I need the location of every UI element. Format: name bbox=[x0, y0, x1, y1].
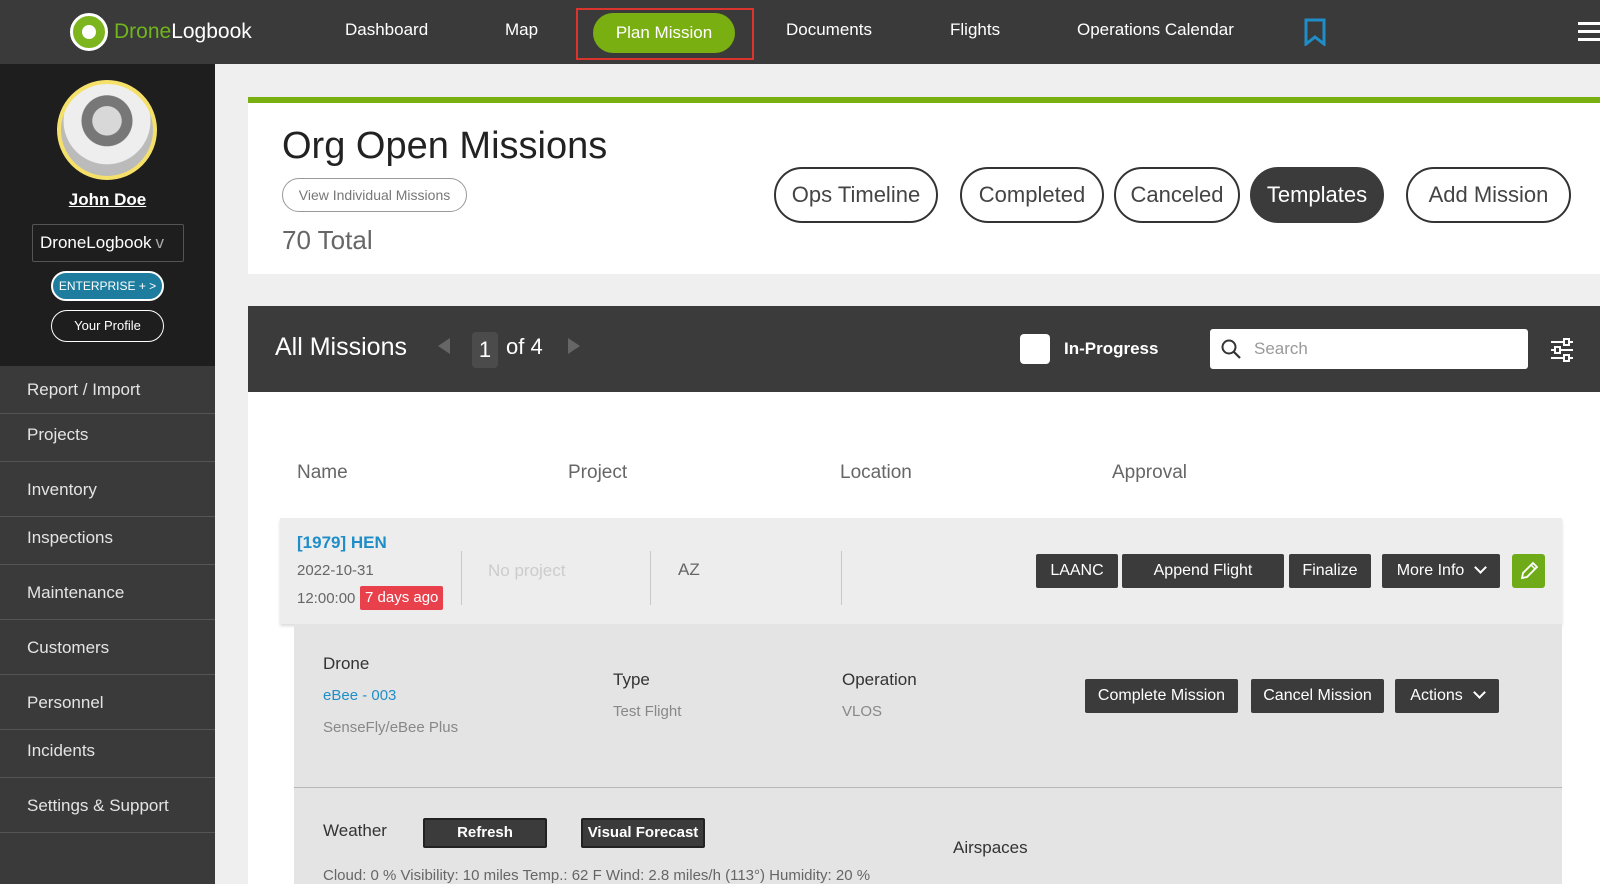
column-divider bbox=[841, 551, 842, 605]
edit-button[interactable] bbox=[1512, 554, 1545, 588]
mission-detail-panel: Drone eBee - 003 SenseFly/eBee Plus Type… bbox=[294, 624, 1562, 884]
column-header-location[interactable]: Location bbox=[840, 462, 912, 484]
ops-timeline-button[interactable]: Ops Timeline bbox=[774, 167, 938, 223]
pencil-icon bbox=[1520, 561, 1539, 580]
missions-total: 70 Total bbox=[282, 225, 373, 255]
sidebar-item-maintenance[interactable]: Maintenance bbox=[0, 565, 215, 620]
search-input[interactable] bbox=[1210, 329, 1528, 369]
sidebar-item-personnel[interactable]: Personnel bbox=[0, 675, 215, 730]
in-progress-label: In-Progress bbox=[1064, 339, 1159, 358]
templates-button[interactable]: Templates bbox=[1250, 167, 1384, 223]
actions-dropdown-button[interactable]: Actions bbox=[1395, 679, 1499, 713]
view-individual-missions-button[interactable]: View Individual Missions bbox=[282, 178, 467, 212]
nav-plan-mission-highlight: Plan Mission bbox=[576, 8, 754, 60]
filter-sliders-icon[interactable] bbox=[1550, 338, 1574, 362]
page-title: Org Open Missions bbox=[282, 125, 608, 167]
mission-time: 12:00:00 bbox=[297, 590, 356, 607]
next-page-icon[interactable] bbox=[568, 338, 580, 354]
mission-title-link[interactable]: [1979] HEN bbox=[297, 533, 387, 553]
your-profile-button[interactable]: Your Profile bbox=[51, 310, 164, 342]
chevron-down-icon: v bbox=[155, 233, 165, 252]
weather-summary: Cloud: 0 % Visibility: 10 miles Temp.: 6… bbox=[323, 867, 871, 884]
completed-button[interactable]: Completed bbox=[960, 167, 1104, 223]
mission-location: AZ bbox=[678, 560, 700, 579]
nav-documents[interactable]: Documents bbox=[786, 20, 872, 40]
nav-map[interactable]: Map bbox=[505, 20, 538, 40]
column-divider bbox=[461, 551, 462, 605]
nav-operations-calendar[interactable]: Operations Calendar bbox=[1077, 20, 1234, 40]
canceled-button[interactable]: Canceled bbox=[1114, 167, 1240, 223]
logo-text: DroneLogbook bbox=[114, 20, 252, 43]
drone-model: SenseFly/eBee Plus bbox=[323, 719, 459, 736]
username[interactable]: John Doe bbox=[0, 190, 215, 210]
avatar[interactable] bbox=[57, 80, 157, 180]
enterprise-plan-button[interactable]: ENTERPRISE + > bbox=[51, 271, 164, 301]
operation-value: VLOS bbox=[842, 703, 883, 720]
app-logo[interactable]: DroneLogbook bbox=[70, 13, 252, 51]
drone-link[interactable]: eBee - 003 bbox=[323, 687, 396, 704]
nav-flights[interactable]: Flights bbox=[950, 20, 1000, 40]
sidebar-item-customers[interactable]: Customers bbox=[0, 620, 215, 675]
column-divider bbox=[650, 551, 651, 605]
bookmark-icon[interactable] bbox=[1304, 18, 1326, 46]
search-icon bbox=[1221, 339, 1241, 359]
visual-forecast-button[interactable]: Visual Forecast bbox=[581, 818, 705, 848]
drone-label: Drone bbox=[323, 654, 370, 673]
sidebar-item-projects[interactable]: Projects bbox=[0, 414, 215, 462]
weather-label: Weather bbox=[323, 821, 387, 840]
hamburger-menu-icon[interactable] bbox=[1578, 22, 1600, 42]
finalize-button[interactable]: Finalize bbox=[1289, 554, 1371, 588]
relative-time-badge: 7 days ago bbox=[360, 586, 444, 610]
page-total: of 4 bbox=[506, 334, 543, 359]
type-label: Type bbox=[613, 670, 650, 689]
column-header-approval[interactable]: Approval bbox=[1112, 462, 1187, 484]
nav-dashboard[interactable]: Dashboard bbox=[345, 20, 428, 40]
append-flight-button[interactable]: Append Flight bbox=[1122, 554, 1284, 588]
drone-logo-icon bbox=[70, 13, 108, 51]
column-header-project[interactable]: Project bbox=[568, 462, 627, 484]
add-mission-button[interactable]: Add Mission bbox=[1406, 167, 1571, 223]
org-select[interactable]: DroneLogbook v bbox=[32, 224, 184, 262]
missions-header-card: Org Open Missions View Individual Missio… bbox=[248, 97, 1600, 274]
refresh-weather-button[interactable]: Refresh bbox=[423, 818, 547, 848]
complete-mission-button[interactable]: Complete Mission bbox=[1085, 679, 1238, 713]
page-number[interactable]: 1 bbox=[472, 332, 498, 368]
sidebar: John Doe DroneLogbook v ENTERPRISE + > Yo… bbox=[0, 64, 215, 884]
laanc-button[interactable]: LAANC bbox=[1036, 554, 1118, 588]
top-navbar: DroneLogbook Dashboard Map Plan Mission … bbox=[0, 0, 1600, 64]
table-row[interactable]: [1979] HEN 2022-10-31 12:00:00 7 days ag… bbox=[280, 518, 1562, 624]
profile-panel: John Doe DroneLogbook v ENTERPRISE + > Yo… bbox=[0, 64, 215, 366]
sidebar-item-incidents[interactable]: Incidents bbox=[0, 730, 215, 778]
mission-date: 2022-10-31 bbox=[297, 562, 374, 579]
sidebar-item-inventory[interactable]: Inventory bbox=[0, 462, 215, 517]
operation-label: Operation bbox=[842, 670, 917, 689]
column-header-name[interactable]: Name bbox=[297, 462, 348, 484]
nav-plan-mission[interactable]: Plan Mission bbox=[593, 13, 735, 53]
sidebar-item-report-import[interactable]: Report / Import bbox=[0, 366, 215, 414]
chevron-down-icon bbox=[1474, 561, 1488, 574]
cancel-mission-button[interactable]: Cancel Mission bbox=[1251, 679, 1384, 713]
more-info-button[interactable]: More Info bbox=[1382, 554, 1500, 588]
chevron-down-icon bbox=[1472, 686, 1486, 699]
missions-toolbar: All Missions 1 of 4 In-Progress bbox=[248, 306, 1600, 392]
type-value: Test Flight bbox=[613, 703, 682, 720]
in-progress-checkbox[interactable] bbox=[1020, 334, 1050, 364]
sidebar-item-inspections[interactable]: Inspections bbox=[0, 517, 215, 565]
all-missions-title: All Missions bbox=[275, 333, 407, 361]
airspaces-label: Airspaces bbox=[953, 838, 1028, 857]
sidebar-item-settings-support[interactable]: Settings & Support bbox=[0, 778, 215, 833]
prev-page-icon[interactable] bbox=[438, 338, 450, 354]
divider bbox=[294, 787, 1562, 788]
mission-project: No project bbox=[488, 561, 566, 580]
